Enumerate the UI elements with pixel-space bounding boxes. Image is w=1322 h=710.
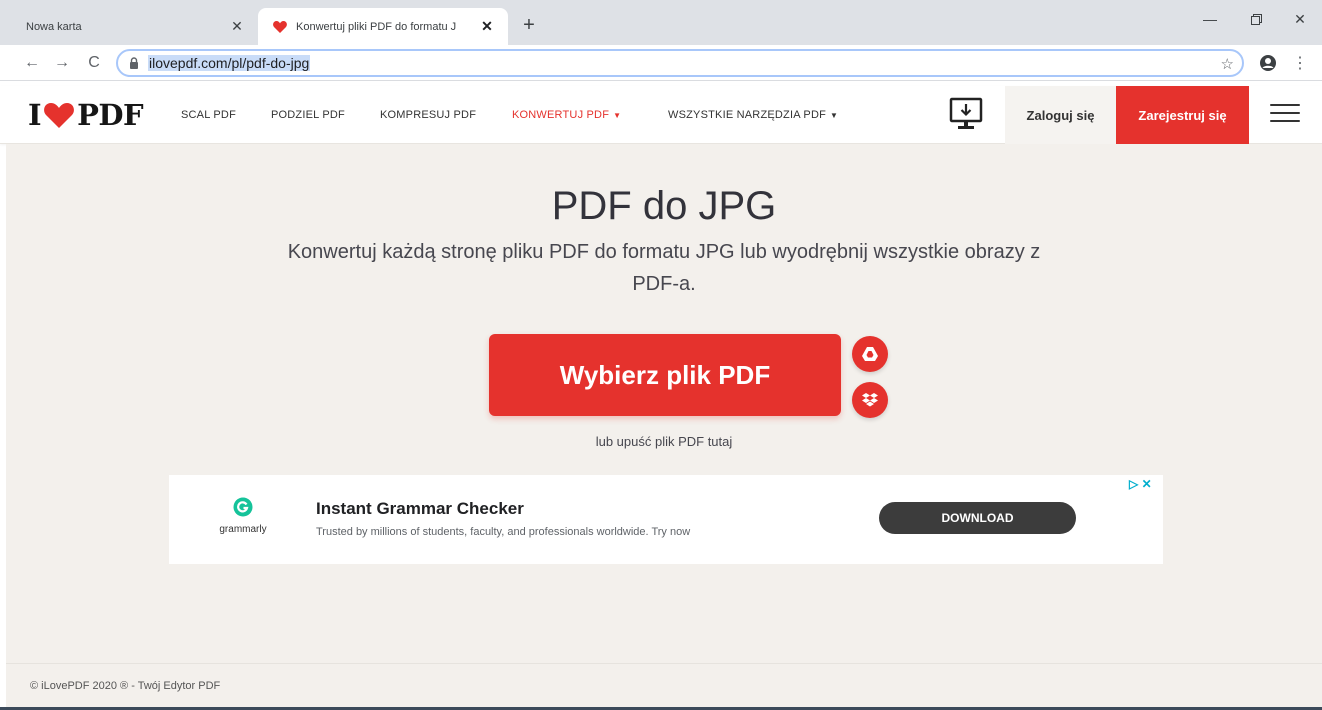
ilovepdf-heart-icon (273, 20, 287, 33)
forward-icon[interactable]: → (48, 49, 76, 77)
footer-copyright: © iLovePDF 2020 ® - Twój Edytor PDF (30, 679, 221, 692)
browser-tabstrip: Nowa karta ✕ Konwertuj pliki PDF do form… (0, 0, 1322, 45)
nav-label: SCAL PDF (181, 109, 236, 121)
tab-title: Konwertuj pliki PDF do formatu J (296, 20, 457, 33)
main-content: PDF do JPG Konwertuj każdą stronę pliku … (6, 144, 1322, 663)
close-icon[interactable]: ✕ (478, 18, 496, 36)
ad-brand-name: grammarly (219, 524, 267, 535)
heart-logo-icon (44, 103, 75, 128)
window-close-icon[interactable]: ✕ (1278, 4, 1322, 34)
grammarly-g-icon (233, 497, 253, 517)
nav-split-pdf[interactable]: PODZIEL PDF (271, 86, 345, 144)
browser-tab-ilovepdf[interactable]: Konwertuj pliki PDF do formatu J ✕ (258, 8, 508, 45)
site-header: I PDF SCAL PDF PODZIEL PDF KOMPRESUJ PDF… (0, 86, 1322, 144)
address-bar[interactable]: ilovepdf.com/pl/pdf-do-jpg ☆ (116, 49, 1244, 77)
logo-text-pdf: PDF (77, 98, 144, 132)
restore-icon[interactable] (1234, 4, 1278, 34)
page-title: PDF do JPG (551, 184, 777, 228)
dropbox-icon (862, 393, 878, 407)
new-tab-button[interactable]: + (516, 12, 542, 38)
login-button[interactable]: Zaloguj się (1005, 86, 1116, 144)
browser-toolbar: ← → C ilovepdf.com/pl/pdf-do-jpg ☆ ⋮ (0, 45, 1322, 81)
tab-title: Nowa karta (26, 20, 82, 33)
caret-down-icon: ▼ (613, 110, 622, 120)
back-icon[interactable]: ← (18, 49, 46, 77)
ad-banner[interactable]: grammarly Instant Grammar Checker Truste… (169, 475, 1163, 564)
lock-icon (130, 57, 138, 69)
url-text[interactable]: ilovepdf.com/pl/pdf-do-jpg (148, 55, 311, 71)
minimize-icon[interactable]: — (1188, 4, 1232, 34)
ilovepdf-logo[interactable]: I PDF (28, 98, 144, 132)
nav-merge-pdf[interactable]: SCAL PDF (181, 86, 236, 144)
signup-button[interactable]: Zarejestruj się (1116, 86, 1249, 144)
browser-tab-new[interactable]: Nowa karta ✕ (8, 8, 258, 45)
grammarly-logo: grammarly (213, 497, 273, 535)
nav-convert-pdf[interactable]: KONWERTUJ PDF ▼ (512, 86, 621, 144)
dropbox-button[interactable] (852, 382, 888, 418)
nav-label: KOMPRESUJ PDF (380, 109, 477, 121)
desktop-download-icon[interactable] (948, 95, 984, 135)
logo-text-i: I (28, 98, 42, 132)
nav-label: WSZYSTKIE NARZĘDZIA PDF (668, 109, 827, 121)
google-drive-button[interactable] (852, 336, 888, 372)
nav-compress-pdf[interactable]: KOMPRESUJ PDF (380, 86, 476, 144)
ad-title[interactable]: Instant Grammar Checker (316, 499, 524, 519)
select-pdf-button[interactable]: Wybierz plik PDF (489, 334, 841, 416)
drop-hint: lub upuść plik PDF tutaj (595, 434, 733, 449)
profile-icon[interactable] (1254, 49, 1282, 77)
site-footer: © iLovePDF 2020 ® - Twój Edytor PDF (6, 663, 1322, 707)
page-subtitle: Konwertuj każdą stronę pliku PDF do form… (287, 241, 1041, 295)
hamburger-menu-icon[interactable] (1270, 104, 1300, 126)
close-icon[interactable]: ✕ (228, 18, 246, 36)
nav-label: KONWERTUJ PDF (512, 109, 610, 121)
ad-description: Trusted by millions of students, faculty… (316, 526, 691, 538)
google-drive-icon (862, 347, 878, 361)
bookmark-star-icon[interactable]: ☆ (1221, 55, 1234, 73)
caret-down-icon: ▼ (830, 110, 839, 120)
nav-all-tools[interactable]: WSZYSTKIE NARZĘDZIA PDF ▼ (668, 86, 838, 144)
ad-download-button[interactable]: DOWNLOAD (879, 502, 1076, 534)
nav-label: PODZIEL PDF (271, 109, 345, 121)
ad-choices-icon[interactable]: ▷ ✕ (1129, 477, 1152, 491)
more-menu-icon[interactable]: ⋮ (1286, 49, 1314, 77)
reload-icon[interactable]: C (80, 49, 108, 77)
